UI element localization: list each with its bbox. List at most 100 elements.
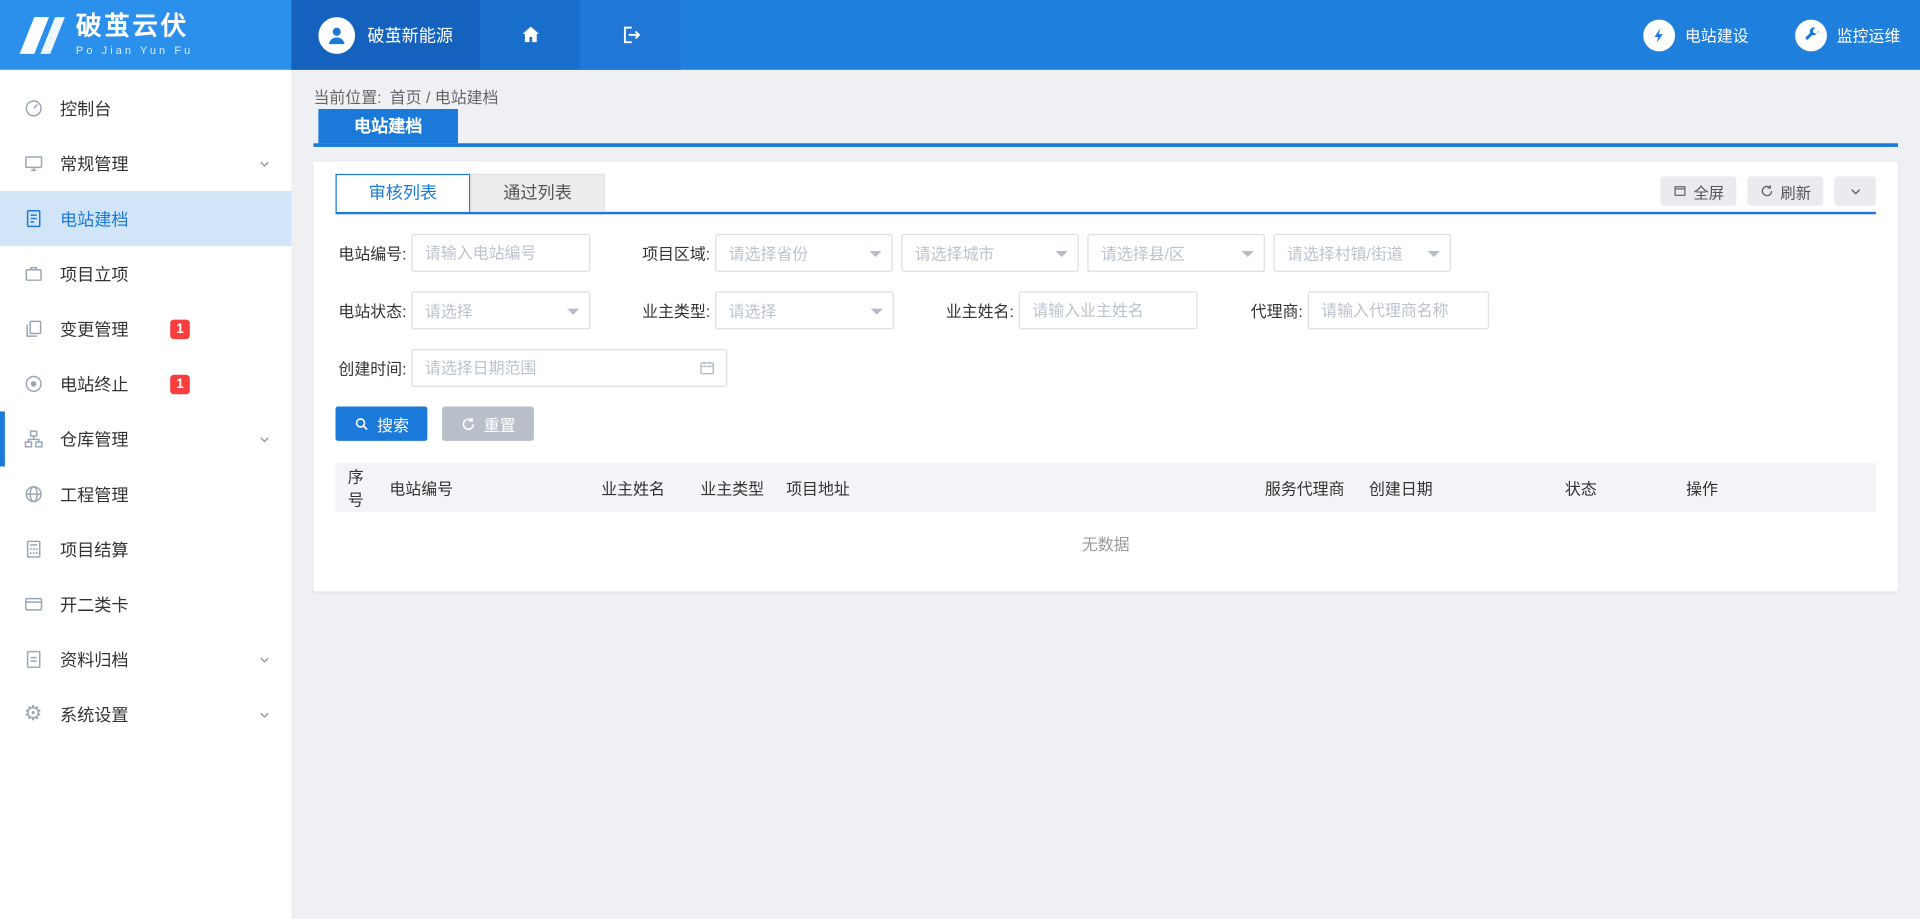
page-tab-station-filing[interactable]: 电站建档 [318, 109, 458, 143]
caret-down-icon [869, 251, 881, 263]
sidebar-item-open-type2-card[interactable]: 开二类卡 [0, 577, 291, 632]
filter-row-3: 创建时间: [336, 349, 1876, 387]
tab-passed-list[interactable]: 通过列表 [470, 174, 605, 212]
filter-station-no: 电站编号: [336, 234, 591, 272]
chevron-down-icon [257, 707, 272, 722]
province-select[interactable]: 请选择省份 [715, 234, 893, 272]
agent-input[interactable] [1308, 291, 1489, 329]
col-index: 序号 [336, 463, 380, 512]
filter-owner-name: 业主姓名: [943, 291, 1198, 329]
list-tabs: 审核列表 通过列表 全屏 [336, 174, 1876, 214]
col-status: 状态 [1555, 463, 1676, 512]
sidebar-item-project-initiation[interactable]: 项目立项 [0, 246, 291, 301]
col-station-no: 电站编号 [380, 463, 592, 512]
caret-down-icon [1056, 251, 1068, 263]
chevron-down-icon [1847, 183, 1863, 199]
briefcase-icon [22, 263, 44, 285]
status-badge: 1 [170, 319, 190, 339]
region-select-group: 请选择省份 请选择城市 请选择县/区 [715, 234, 1451, 272]
user-menu[interactable]: 破茧新能源 [291, 0, 480, 70]
col-service-agent: 服务代理商 [1255, 463, 1359, 512]
breadcrumb-path[interactable]: 首页 / 电站建档 [390, 88, 499, 106]
sidebar-item-general-management[interactable]: 常规管理 [0, 136, 291, 191]
wrench-icon [1795, 19, 1827, 51]
logout-icon [619, 23, 642, 46]
filter-region: 项目区域: 请选择省份 请选择城市 [639, 234, 1451, 272]
filter-row-1: 电站编号: 项目区域: 请选择省份 请选择城市 [336, 234, 1876, 272]
nav-label: 监控运维 [1837, 23, 1901, 46]
sidebar-item-project-settlement[interactable]: 项目结算 [0, 522, 291, 577]
home-icon [519, 23, 542, 46]
chevron-down-icon [257, 652, 272, 667]
col-owner-type: 业主类型 [691, 463, 777, 512]
station-status-select[interactable]: 请选择 [411, 291, 590, 329]
col-created-date: 创建日期 [1359, 463, 1555, 512]
breadcrumb-prefix: 当前位置: [313, 88, 381, 106]
header-right-nav: 电站建设 监控运维 [1597, 0, 1920, 70]
sidebar-item-station-termination[interactable]: 电站终止 1 [0, 356, 291, 411]
sidebar: 控制台 常规管理 电站建档 [0, 70, 291, 919]
home-button[interactable] [480, 0, 580, 70]
content-card: 审核列表 通过列表 全屏 [313, 162, 1897, 592]
collapse-toggle-button[interactable] [1834, 176, 1876, 205]
calendar-icon [698, 359, 716, 377]
caret-down-icon [871, 309, 883, 321]
lightning-icon [1643, 19, 1675, 51]
sidebar-item-warehouse-management[interactable]: 仓库管理 [0, 411, 291, 466]
town-select[interactable]: 请选择村镇/街道 [1273, 234, 1451, 272]
table-header-row: 序号 电站编号 业主姓名 业主类型 项目地址 服务代理商 创建日期 状态 操作 [336, 463, 1876, 512]
gear-icon: ⚙ [22, 703, 44, 725]
date-range-input[interactable] [411, 349, 727, 387]
col-project-address: 项目地址 [776, 463, 1255, 512]
sidebar-item-data-archive[interactable]: 资料归档 [0, 632, 291, 687]
nav-station-construction[interactable]: 电站建设 [1643, 19, 1748, 51]
col-owner-name: 业主姓名 [591, 463, 690, 512]
stop-icon [22, 373, 44, 395]
filter-agent: 代理商: [1247, 291, 1489, 329]
station-no-input[interactable] [411, 234, 590, 272]
top-header: 破茧云伏 Po Jian Yun Fu 破茧新能源 [0, 0, 1920, 70]
card-icon [22, 593, 44, 615]
main-content: 当前位置: 首页 / 电站建档 电站建档 审核列表 通过列表 [291, 70, 1920, 919]
refresh-icon [1760, 184, 1775, 199]
refresh-button[interactable]: 刷新 [1747, 176, 1823, 205]
col-actions: 操作 [1676, 463, 1876, 512]
owner-name-input[interactable] [1019, 291, 1198, 329]
nav-monitor-ops[interactable]: 监控运维 [1795, 19, 1900, 51]
brand-logo-icon [17, 15, 66, 54]
sidebar-item-dashboard[interactable]: 控制台 [0, 81, 291, 136]
status-badge: 1 [170, 374, 190, 394]
filter-station-status: 电站状态: 请选择 [336, 291, 591, 329]
app-root: 破茧云伏 Po Jian Yun Fu 破茧新能源 [0, 0, 1920, 919]
owner-type-select[interactable]: 请选择 [715, 291, 894, 329]
search-button[interactable]: 搜索 [336, 407, 428, 441]
archive-icon [22, 648, 44, 670]
filter-owner-type: 业主类型: 请选择 [639, 291, 894, 329]
sidebar-item-change-management[interactable]: 变更管理 1 [0, 301, 291, 356]
sitemap-icon [22, 428, 44, 450]
city-select[interactable]: 请选择城市 [901, 234, 1079, 272]
calculator-icon [22, 538, 44, 560]
brand-subtitle: Po Jian Yun Fu [76, 43, 193, 55]
breadcrumb: 当前位置: 首页 / 电站建档 [313, 70, 1897, 109]
chevron-down-icon [257, 432, 272, 447]
document-icon [22, 208, 44, 230]
caret-down-icon [567, 309, 579, 321]
logout-button[interactable] [580, 0, 680, 70]
fullscreen-button[interactable]: 全屏 [1660, 176, 1736, 205]
results-table: 序号 电站编号 业主姓名 业主类型 项目地址 服务代理商 创建日期 状态 操作 [336, 463, 1876, 512]
globe-icon [22, 483, 44, 505]
county-select[interactable]: 请选择县/区 [1087, 234, 1265, 272]
tab-review-list[interactable]: 审核列表 [336, 174, 471, 212]
filter-actions: 搜索 重置 [336, 407, 1876, 441]
reset-icon [460, 416, 476, 432]
gauge-icon [22, 97, 44, 119]
sidebar-item-engineering-management[interactable]: 工程管理 [0, 467, 291, 522]
avatar [318, 17, 355, 54]
sidebar-item-station-filing[interactable]: 电站建档 [0, 191, 291, 246]
sidebar-item-system-settings[interactable]: ⚙ 系统设置 [0, 687, 291, 742]
card-toolbar: 全屏 刷新 [1660, 176, 1876, 205]
chevron-down-icon [257, 156, 272, 171]
reset-button[interactable]: 重置 [442, 407, 534, 441]
search-icon [354, 416, 370, 432]
